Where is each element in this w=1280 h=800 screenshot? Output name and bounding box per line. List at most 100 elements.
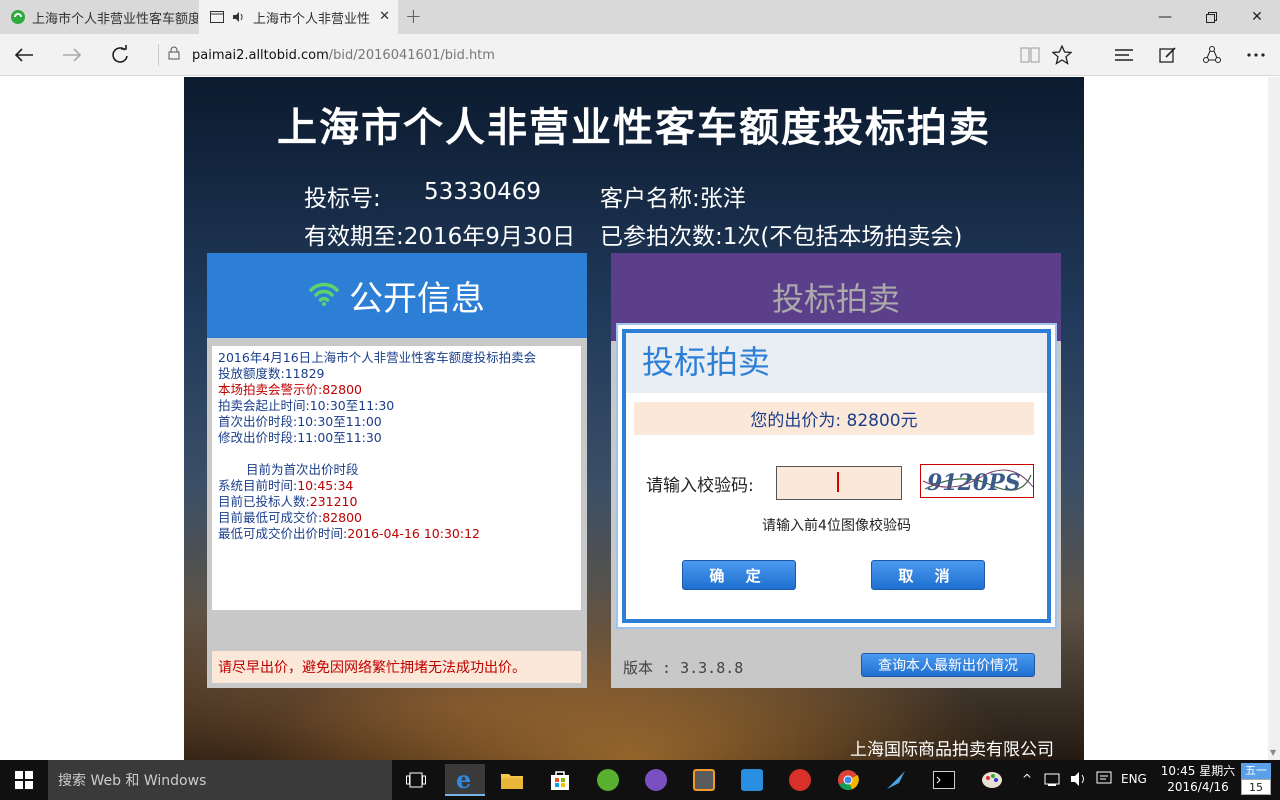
chrome-icon[interactable]	[828, 764, 868, 796]
info-line-warning-price: 本场拍卖会警示价:82800	[218, 382, 362, 397]
bid-confirm-dialog: 投标拍卖 您的出价为: 82800元 请输入校验码: 9120PS 请输入前4位…	[616, 323, 1057, 629]
url-host: paimai2.alltobid.com	[192, 47, 329, 63]
web-note-button[interactable]	[1154, 41, 1182, 69]
input-language[interactable]: ENG	[1121, 772, 1147, 786]
bidders-row: 目前已投标人数:231210	[218, 494, 575, 510]
calendar-widget[interactable]: 五一 15	[1241, 763, 1271, 797]
page-scrollbar[interactable]: ▼	[1268, 77, 1280, 760]
tab-title: 上海市个人非营业性	[253, 11, 371, 27]
captcha-text: 9120PS	[927, 470, 1021, 496]
bid-panel-title: 投标拍卖	[771, 280, 900, 318]
current-phase: 目前为首次出价时段	[246, 462, 359, 477]
address-bar[interactable]: paimai2.alltobid.com/bid/2016041601/bid.…	[158, 40, 978, 70]
forward-button[interactable]	[58, 41, 86, 69]
clock-date: 2016/4/16	[1167, 780, 1229, 794]
edge-browser-icon[interactable]: e	[445, 764, 485, 796]
auction-stage: 上海市个人非营业性客车额度投标拍卖 投标号: 53330469 客户名称:张洋 …	[184, 77, 1084, 760]
customer-name: 客户名称:张洋	[600, 186, 746, 212]
scroll-down-arrow-icon[interactable]: ▼	[1270, 748, 1276, 757]
cat-app-icon[interactable]	[636, 764, 676, 796]
close-tab-icon[interactable]: ✕	[379, 9, 390, 24]
lowest-price: 82800	[322, 510, 362, 525]
tab-active[interactable]: 上海市个人非营业性 ✕	[199, 0, 398, 34]
clock-time: 10:45 星期六	[1160, 764, 1236, 778]
bidders-count: 231210	[309, 494, 358, 509]
info-line: 2016年4月16日上海市个人非营业性客车额度投标拍卖会	[218, 350, 537, 365]
lowest-time-row: 最低可成交价出价时间:2016-04-16 10:30:12	[218, 526, 575, 542]
text-caret	[837, 472, 839, 492]
volume-icon[interactable]	[1070, 771, 1088, 791]
store-icon[interactable]	[540, 764, 580, 796]
company-name: 上海国际商品拍卖有限公司	[850, 740, 1054, 760]
refresh-button[interactable]	[106, 41, 134, 69]
speaker-icon[interactable]	[231, 9, 247, 25]
feather-app-icon[interactable]	[876, 764, 916, 796]
lowest-price-row: 目前最低可成交价:82800	[218, 510, 575, 526]
calendar-day: 15	[1241, 779, 1271, 795]
public-info-panel: 公开信息 2016年4月16日上海市个人非营业性客车额度投标拍卖会 投放额度数:…	[207, 253, 587, 688]
utorrent-icon[interactable]	[588, 764, 628, 796]
action-center-icon[interactable]	[1096, 771, 1112, 791]
system-clock[interactable]: 10:45 星期六 2016/4/16	[1160, 763, 1236, 795]
hub-button[interactable]	[1110, 41, 1138, 69]
bid-panel: 投标拍卖 投标拍卖 您的出价为: 82800元 请输入校验码: 9120PS 请…	[611, 253, 1061, 688]
forward-arrow-icon	[63, 48, 82, 62]
sublime-text-icon[interactable]	[684, 764, 724, 796]
file-explorer-icon[interactable]	[492, 764, 532, 796]
bid-dialog-title: 投标拍卖	[642, 343, 771, 381]
captcha-hint: 请输入前4位图像校验码	[762, 518, 911, 534]
reading-view-button[interactable]	[1016, 41, 1044, 69]
network-icon[interactable]	[1044, 771, 1062, 791]
system-time: 10:45:34	[297, 478, 354, 493]
attended-count: 已参拍次数:1次(不包括本场拍卖会)	[600, 224, 963, 250]
your-bid-price: 您的出价为: 82800元	[634, 402, 1034, 435]
page-icon	[209, 9, 225, 25]
query-my-bid-button[interactable]: 查询本人最新出价情况	[861, 653, 1035, 677]
refresh-icon	[112, 45, 128, 63]
windows-logo-icon	[15, 771, 33, 789]
url-path: /bid/2016041601/bid.htm	[328, 47, 495, 63]
lowest-time: 2016-04-16 10:30:12	[347, 526, 480, 541]
cancel-button[interactable]: 取 消	[871, 560, 985, 590]
taskbar-search[interactable]: 搜索 Web 和 Windows	[48, 760, 392, 800]
browser-tab-bar: 上海市个人非营业性客车额度 上海市个人非营业性 ✕ + — ✕	[0, 0, 1280, 34]
web-page: 上海市个人非营业性客车额度投标拍卖 投标号: 53330469 客户名称:张洋 …	[0, 77, 1268, 760]
confirm-button[interactable]: 确 定	[682, 560, 796, 590]
bid-number-label: 投标号:	[304, 186, 381, 212]
favorite-button[interactable]	[1048, 41, 1076, 69]
share-icon	[1203, 46, 1221, 63]
restore-button[interactable]	[1188, 0, 1234, 34]
back-button[interactable]	[10, 41, 38, 69]
more-button[interactable]	[1242, 41, 1270, 69]
calendar-weekday: 五一	[1241, 763, 1271, 779]
windows-taskbar: 搜索 Web 和 Windows e ^ ENG 10:45 星期六 2016/…	[0, 760, 1280, 800]
task-view-icon[interactable]	[396, 764, 436, 796]
valid-until: 有效期至:2016年9月30日	[304, 224, 576, 250]
captcha-label: 请输入校验码:	[646, 476, 754, 496]
minimize-button[interactable]: —	[1142, 0, 1188, 34]
bid-dialog-header: 投标拍卖	[626, 333, 1047, 393]
captcha-input[interactable]	[776, 466, 902, 500]
public-info-text: 2016年4月16日上海市个人非营业性客车额度投标拍卖会 投放额度数:11829…	[212, 346, 581, 610]
navigation-bar: paimai2.alltobid.com/bid/2016041601/bid.…	[0, 34, 1280, 76]
system-time-label: 系统目前时间:	[218, 478, 298, 493]
share-button[interactable]	[1198, 41, 1226, 69]
book-icon	[1020, 47, 1040, 63]
command-prompt-icon[interactable]	[924, 764, 964, 796]
more-dots-icon	[1247, 53, 1265, 57]
bid-number: 53330469	[424, 179, 542, 205]
lock-icon	[168, 46, 182, 64]
show-hidden-icons-chevron-icon[interactable]: ^	[1022, 772, 1032, 786]
netease-music-icon[interactable]	[780, 764, 820, 796]
new-tab-button[interactable]: +	[405, 4, 422, 28]
close-window-button[interactable]: ✕	[1234, 0, 1280, 34]
start-button[interactable]	[0, 760, 48, 800]
lowest-price-label: 目前最低可成交价:	[218, 510, 323, 525]
version-label: 版本 : 3.3.8.8	[623, 659, 744, 677]
hub-lines-icon	[1115, 49, 1133, 61]
photos-app-icon[interactable]	[732, 764, 772, 796]
tab-inactive[interactable]: 上海市个人非营业性客车额度	[0, 0, 198, 34]
lowest-time-label: 最低可成交价出价时间:	[218, 526, 348, 541]
paint-app-icon[interactable]	[972, 764, 1012, 796]
captcha-image[interactable]: 9120PS	[920, 464, 1034, 498]
